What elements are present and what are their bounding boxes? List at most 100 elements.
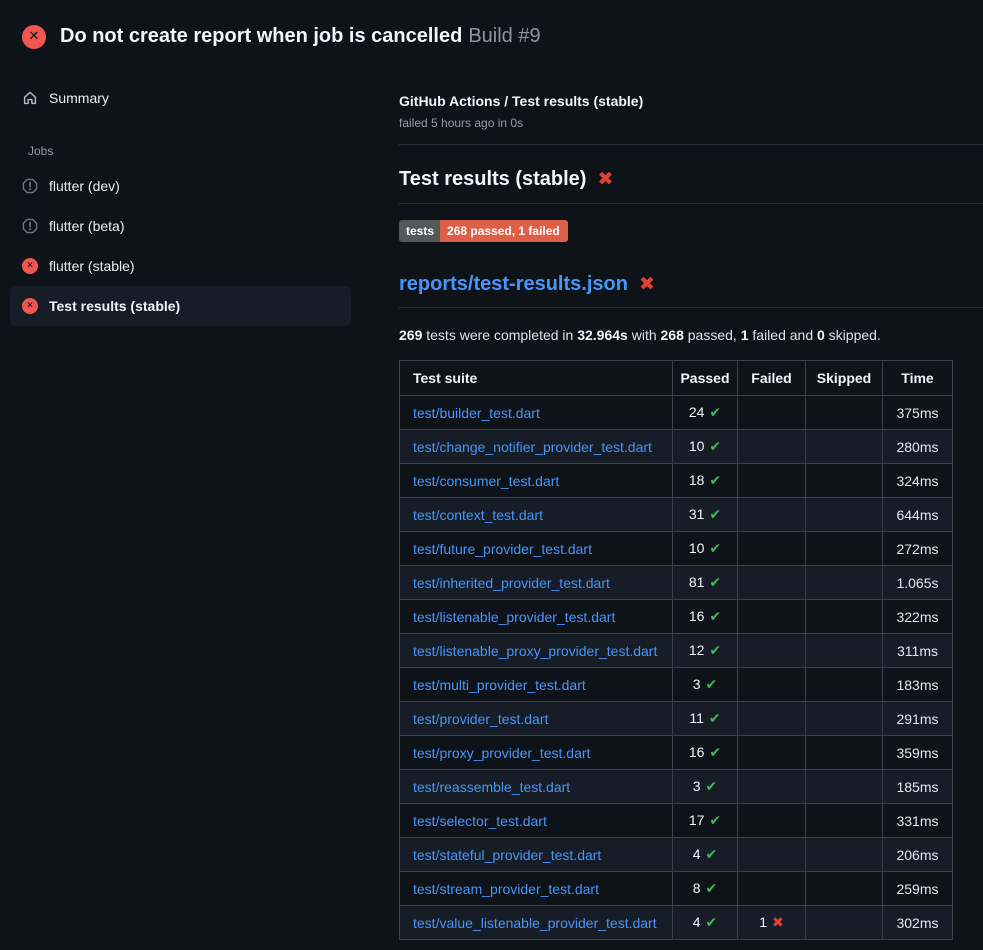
skipped-cell [806, 736, 883, 770]
time-cell: 1.065s [883, 566, 953, 600]
sidebar-item-job[interactable]: ✕Test results (stable) [10, 286, 351, 326]
test-suite-link[interactable]: test/stream_provider_test.dart [413, 881, 599, 897]
badge-label: tests [399, 220, 440, 242]
main-panel: GitHub Actions / Test results (stable) f… [399, 57, 983, 940]
time-cell: 375ms [883, 396, 953, 430]
passed-cell: 10✔ [673, 430, 738, 464]
passed-cell: 81✔ [673, 566, 738, 600]
check-icon: ✔ [709, 813, 721, 829]
test-suite-link[interactable]: test/change_notifier_provider_test.dart [413, 439, 652, 455]
report-file-name: reports/test-results.json [399, 273, 628, 296]
test-suite-link[interactable]: test/provider_test.dart [413, 711, 548, 727]
failed-cell [738, 600, 806, 634]
check-icon: ✔ [706, 677, 718, 693]
time-cell: 311ms [883, 634, 953, 668]
failed-cell [738, 464, 806, 498]
col-failed: Failed [738, 361, 806, 396]
passed-cell: 10✔ [673, 532, 738, 566]
test-suite-link[interactable]: test/multi_provider_test.dart [413, 677, 586, 693]
passed-cell: 16✔ [673, 600, 738, 634]
test-suite-link[interactable]: test/listenable_proxy_provider_test.dart [413, 643, 657, 659]
table-row: test/reassemble_test.dart3✔185ms [400, 770, 953, 804]
section-title-text: Test results (stable) [399, 168, 586, 191]
failed-cell [738, 396, 806, 430]
test-suite-link[interactable]: test/future_provider_test.dart [413, 541, 592, 557]
skipped-cell [806, 906, 883, 940]
test-suite-cell: test/listenable_provider_test.dart [400, 600, 673, 634]
check-icon: ✔ [709, 473, 721, 489]
table-row: test/multi_provider_test.dart3✔183ms [400, 668, 953, 702]
time-cell: 302ms [883, 906, 953, 940]
check-icon: ✔ [709, 711, 721, 727]
table-row: test/selector_test.dart 17✔ 331ms [400, 804, 953, 838]
table-row: test/value_listenable_provider_test.dart… [400, 906, 953, 940]
failed-cell [738, 838, 806, 872]
check-icon: ✔ [709, 405, 721, 421]
report-file-link[interactable]: reports/test-results.json ✖ [399, 273, 983, 308]
test-suite-link[interactable]: test/stateful_provider_test.dart [413, 847, 601, 863]
passed-cell: 3✔ [673, 668, 738, 702]
test-suite-link[interactable]: test/proxy_provider_test.dart [413, 745, 590, 761]
skipped-cell [806, 430, 883, 464]
check-icon: ✔ [709, 745, 721, 761]
passed-count: 268 [661, 327, 684, 343]
skipped-cell [806, 770, 883, 804]
passed-cell: 4✔ [673, 906, 738, 940]
sidebar-item-label: flutter (dev) [49, 178, 120, 194]
badge-value: 268 passed, 1 failed [440, 220, 568, 242]
test-suite-cell: test/future_provider_test.dart [400, 532, 673, 566]
test-suite-link[interactable]: test/value_listenable_provider_test.dart [413, 915, 657, 931]
test-suite-cell: test/stream_provider_test.dart [400, 872, 673, 906]
skipped-cell [806, 702, 883, 736]
table-row: test/context_test.dart31✔644ms [400, 498, 953, 532]
sidebar-item-summary[interactable]: Summary [10, 78, 351, 118]
col-test-suite: Test suite [400, 361, 673, 396]
passed-cell: 17✔ [673, 804, 738, 838]
time-cell: 185ms [883, 770, 953, 804]
run-title: Do not create report when job is cancell… [60, 25, 541, 48]
stop-octagon-icon [22, 178, 38, 194]
table-row: test/inherited_provider_test.dart 81✔ 1.06… [400, 566, 953, 600]
passed-cell: 24✔ [673, 396, 738, 430]
duration-value: 32.964s [577, 327, 628, 343]
time-cell: 644ms [883, 498, 953, 532]
sidebar-item-job[interactable]: flutter (dev) [10, 166, 351, 206]
test-suite-link[interactable]: test/reassemble_test.dart [413, 779, 570, 795]
total-count: 269 [399, 327, 422, 343]
failed-cell [738, 532, 806, 566]
test-suite-link[interactable]: test/listenable_provider_test.dart [413, 609, 615, 625]
red-x-icon: ✖ [772, 915, 784, 931]
summary-text: passed, [684, 327, 741, 343]
check-icon: ✔ [709, 439, 721, 455]
sidebar-item-label: Test results (stable) [49, 298, 180, 314]
check-run-page: ✕ Do not create report when job is cance… [0, 0, 983, 950]
check-icon: ✔ [709, 609, 721, 625]
test-suite-cell: test/builder_test.dart [400, 396, 673, 430]
table-row: test/consumer_test.dart18✔324ms [400, 464, 953, 498]
test-suite-link[interactable]: test/selector_test.dart [413, 813, 547, 829]
red-x-icon: ✖ [597, 170, 613, 189]
skipped-cell [806, 532, 883, 566]
check-icon: ✔ [709, 643, 721, 659]
sidebar-item-job[interactable]: ✕flutter (stable) [10, 246, 351, 286]
test-suite-link[interactable]: test/builder_test.dart [413, 405, 540, 421]
test-suite-cell: test/selector_test.dart [400, 804, 673, 838]
test-suite-link[interactable]: test/inherited_provider_test.dart [413, 575, 610, 591]
time-cell: 331ms [883, 804, 953, 838]
test-suite-link[interactable]: test/consumer_test.dart [413, 473, 559, 489]
check-icon: ✔ [706, 881, 718, 897]
test-suite-cell: test/reassemble_test.dart [400, 770, 673, 804]
tests-status-badge[interactable]: tests 268 passed, 1 failed [399, 220, 568, 242]
summary-text: with [628, 327, 661, 343]
test-suite-cell: test/change_notifier_provider_test.dart [400, 430, 673, 464]
test-suite-link[interactable]: test/context_test.dart [413, 507, 543, 523]
test-suite-cell: test/listenable_proxy_provider_test.dart [400, 634, 673, 668]
sidebar-item-job[interactable]: flutter (beta) [10, 206, 351, 246]
failed-cell [738, 804, 806, 838]
skipped-cell [806, 600, 883, 634]
failed-cell [738, 872, 806, 906]
sidebar-item-label: flutter (beta) [49, 218, 124, 234]
col-time: Time [883, 361, 953, 396]
col-skipped: Skipped [806, 361, 883, 396]
check-icon: ✔ [706, 915, 718, 931]
